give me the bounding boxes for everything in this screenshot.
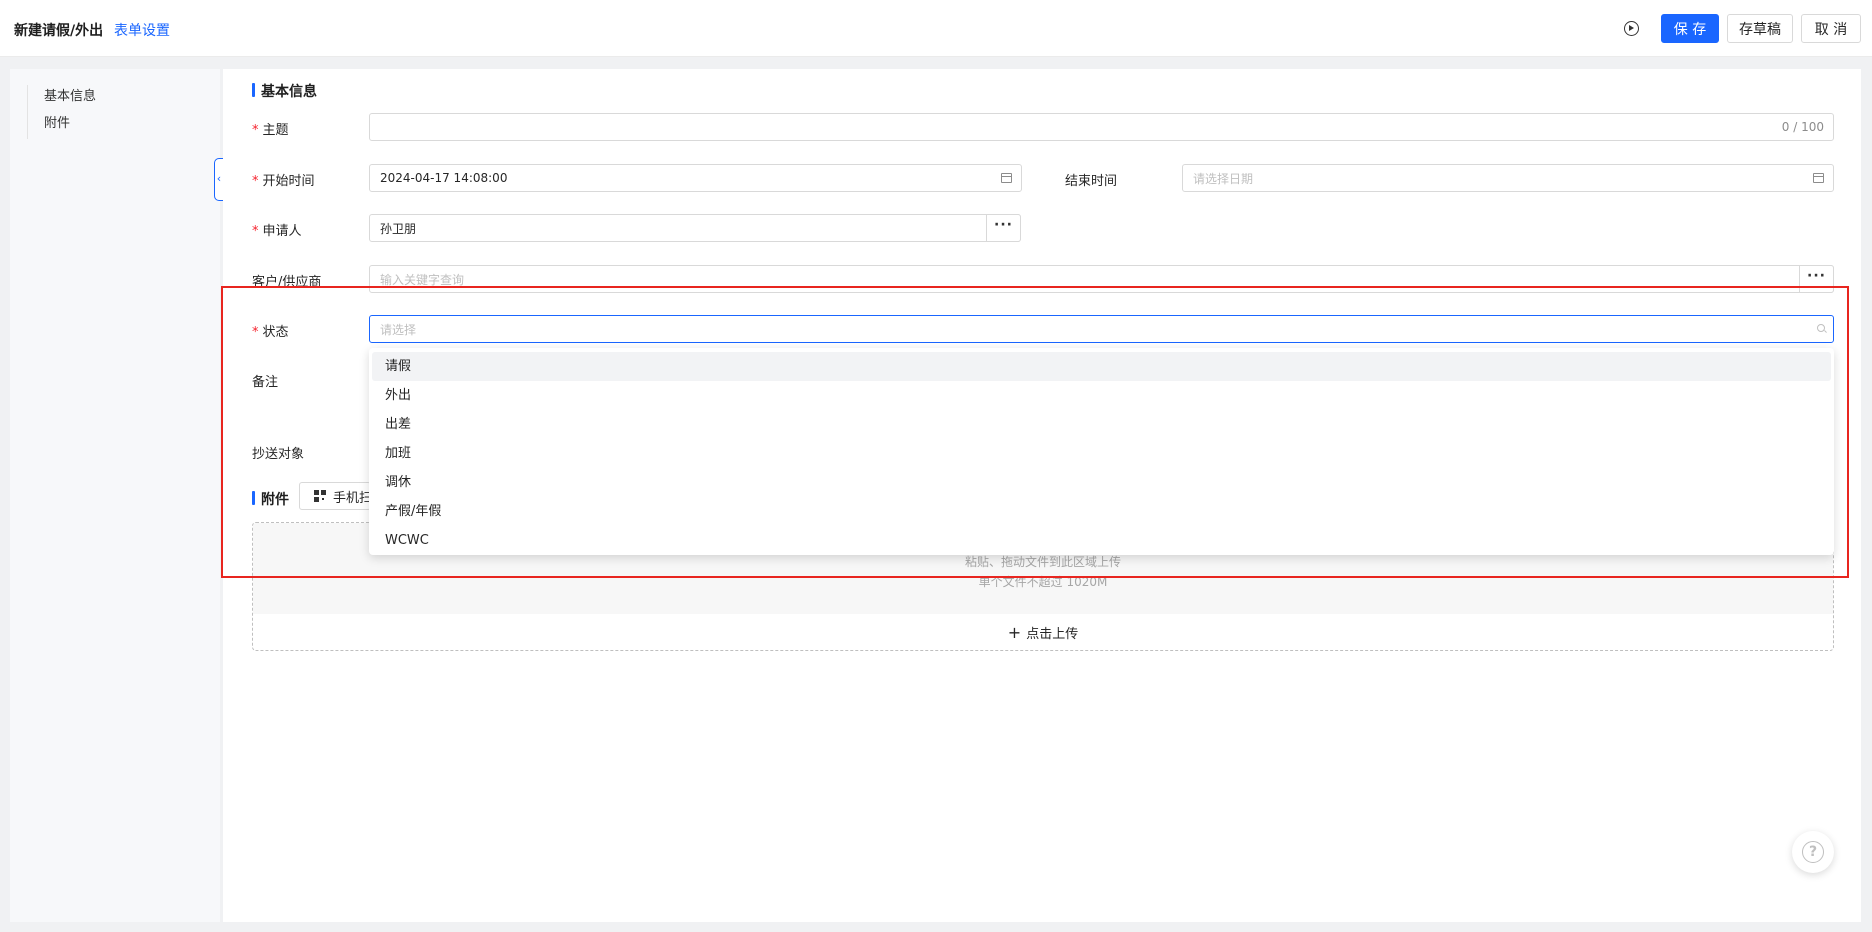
calendar-icon [1813,173,1824,183]
remark-label: 备注 [252,375,279,390]
status-option[interactable]: WCWC [372,526,1831,555]
click-upload-button[interactable]: + 点击上传 [253,623,1833,642]
subject-label: * 主题 [252,123,289,138]
status-label: * 状态 [252,325,289,340]
mobile-scan-button[interactable]: 手机扫 [299,482,371,510]
sidebar: 基本信息 附件 [10,69,220,922]
help-button[interactable]: ? [1792,831,1834,873]
start-time-picker[interactable]: 2024-04-17 14:08:00 [369,164,1022,192]
plus-icon: + [1007,623,1022,642]
status-dropdown: 请假 外出 出差 加班 调休 产假/年假 WCWC [369,348,1834,555]
save-draft-button[interactable]: 存草稿 [1727,14,1793,43]
customer-label: 客户/供应商 [252,275,322,290]
search-icon [1817,324,1825,332]
section-title-basic-info: 基本信息 [252,81,317,101]
end-time-label: 结束时间 [1065,174,1118,189]
end-time-picker[interactable]: 请选择日期 [1182,164,1834,192]
status-option[interactable]: 产假/年假 [372,497,1831,526]
sidebar-item-attachments[interactable]: 附件 [44,112,96,139]
play-icon[interactable] [1624,21,1639,36]
status-select[interactable]: 请选择 [369,315,1834,343]
customer-input[interactable]: 输入关键字查询 ··· [369,265,1834,293]
subject-input[interactable]: 0 / 100 [369,113,1834,141]
save-button[interactable]: 保 存 [1661,14,1719,43]
calendar-icon [1001,173,1012,183]
top-bar: 新建请假/外出 表单设置 保 存 存草稿 取 消 [0,0,1872,57]
applicant-more-button[interactable]: ··· [986,214,1021,242]
sidebar-nav: 基本信息 附件 [27,85,96,139]
status-option[interactable]: 请假 [372,352,1831,381]
cc-label: 抄送对象 [252,447,305,462]
question-icon: ? [1802,841,1824,863]
page-title: 新建请假/外出 [14,23,104,39]
drop-hint: 粘贴、拖动文件到此区域上传 [964,555,1121,569]
applicant-input[interactable]: 孙卫朋 ··· [369,214,1021,242]
start-time-label: * 开始时间 [252,174,315,189]
status-option[interactable]: 加班 [372,439,1831,468]
section-title-attachments: 附件 [252,489,289,509]
form-settings-link[interactable]: 表单设置 [114,20,170,40]
customer-more-button[interactable]: ··· [1799,265,1834,293]
status-option[interactable]: 调休 [372,468,1831,497]
status-option[interactable]: 外出 [372,381,1831,410]
sidebar-item-basic-info[interactable]: 基本信息 [44,85,96,112]
applicant-label: * 申请人 [252,224,302,239]
cancel-button[interactable]: 取 消 [1801,14,1861,43]
status-option[interactable]: 出差 [372,410,1831,439]
subject-char-counter: 0 / 100 [1781,120,1824,134]
qr-code-icon [314,490,326,502]
size-hint: 单个文件不超过 1020M [978,575,1108,589]
